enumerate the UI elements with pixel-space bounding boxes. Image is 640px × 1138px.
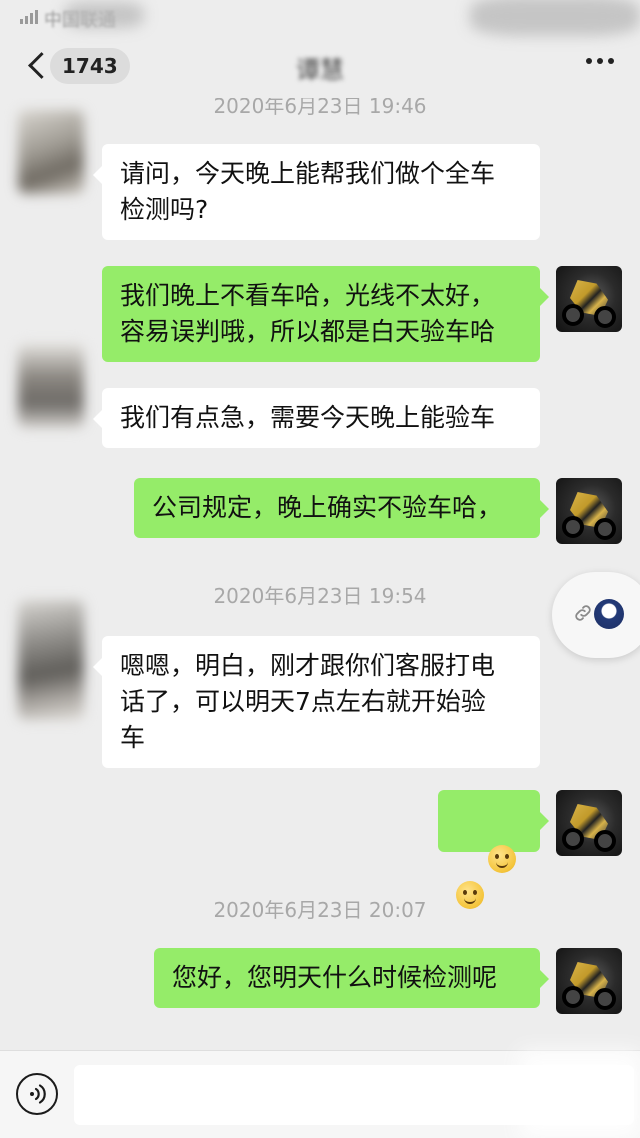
link-icon [575,605,591,621]
sent-message[interactable]: 您好，您明天什么时候检测呢 [154,948,549,1008]
my-avatar[interactable] [556,266,622,332]
status-bar: 中国联通 [0,0,640,36]
redacted-area [520,1051,640,1138]
timestamp: 2020年6月23日 20:07 [213,898,427,922]
smile-emoji-icon [487,845,516,873]
contact-avatar[interactable] [18,110,84,194]
sent-emoji-message[interactable] [438,790,549,909]
received-message[interactable]: 嗯嗯，明白，刚才跟你们客服打电 话了，可以明天7点左右就开始验 车 [93,636,540,768]
redacted-area [64,2,144,28]
received-message[interactable]: 我们有点急，需要今天晚上能验车 [93,388,540,448]
floating-window-pill[interactable] [552,572,640,658]
my-avatar[interactable] [556,948,622,1014]
message-list[interactable]: 2020年6月23日 19:46 请问，今天晚上能帮我们做个全车 检测吗? 我们… [0,98,640,1050]
voice-icon[interactable] [16,1073,58,1115]
received-message[interactable]: 请问，今天晚上能帮我们做个全车 检测吗? [93,144,540,240]
my-avatar[interactable] [556,478,622,544]
floating-avatar [594,599,624,629]
chat-title: 谭慧 [296,56,344,84]
sent-message[interactable]: 我们晚上不看车哈，光线不太好， 容易误判哦，所以都是白天验车哈 [102,266,549,362]
timestamp: 2020年6月23日 19:46 [213,98,427,118]
input-bar [0,1050,640,1138]
redacted-area [470,0,640,36]
timestamp: 2020年6月23日 19:54 [213,584,427,608]
sent-message[interactable]: 公司规定，晚上确实不验车哈， [134,478,549,538]
signal-icon [20,8,38,24]
chat-header: 1743 谭慧 [0,34,640,98]
my-avatar[interactable] [556,790,622,856]
more-dots-icon[interactable] [586,58,614,64]
contact-avatar[interactable] [18,344,84,428]
contact-avatar[interactable] [18,600,84,720]
